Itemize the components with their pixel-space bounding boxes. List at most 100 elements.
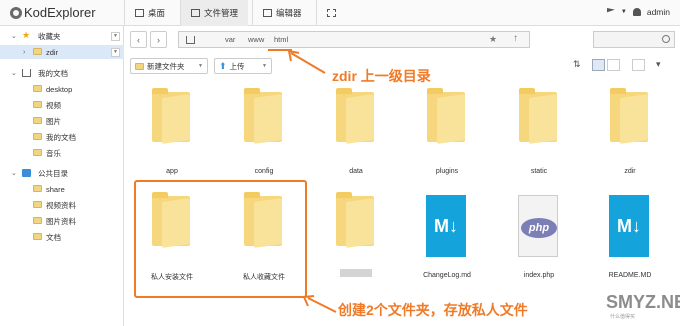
sidebar-item-picture-materials[interactable]: 图片资料 [0,214,124,228]
grid-view-icon[interactable] [592,59,605,71]
folder-icon [33,117,42,124]
edit-icon [263,9,272,17]
arrow-up-icon[interactable]: ↑ [513,33,518,44]
tab-editor[interactable]: 编辑器 [252,0,312,26]
sidebar-label: 图片资料 [46,216,76,226]
sidebar-item-desktop[interactable]: desktop [0,82,124,96]
tab-desktop[interactable]: 桌面 [124,0,175,26]
watermark-sub: 什么值得买 [610,314,636,320]
watermark: SMYZ.NET [606,292,680,312]
sidebar-label: 我的文档 [38,68,68,78]
folder-icon [610,88,648,142]
sidebar-label: 收藏夹 [38,31,61,41]
file-name: static [530,168,548,175]
sidebar-item-zdir[interactable]: › zdir ▼ [0,45,124,59]
group-icon [22,169,31,177]
file-item[interactable]: php index.php [504,190,574,285]
breadcrumb: var www html ★ ↑ [178,31,530,48]
chevron-down-icon[interactable]: ⌄ [11,169,17,177]
file-item[interactable]: config [229,86,299,181]
folder-icon [33,185,42,192]
sidebar-item-my-documents[interactable]: 我的文档 [0,130,124,144]
search-icon[interactable] [662,35,670,43]
sidebar-item-pictures[interactable]: 图片 [0,114,124,128]
annotation-arrow-top [287,49,326,74]
chevron-down-icon[interactable]: ▼ [198,63,203,69]
folder-icon [33,101,42,108]
detail-view-icon[interactable] [632,59,645,71]
file-item[interactable]: plugins [412,86,482,181]
chevron-down-icon[interactable]: ⌄ [11,32,17,40]
file-name: config [254,168,274,175]
file-item[interactable]: M↓ README.MD [595,190,665,285]
tab-file-manager[interactable]: 文件管理 [180,0,249,26]
dropdown-icon[interactable]: ▼ [111,47,120,57]
annotation-arrow-bottom [302,295,337,313]
tab-label: 编辑器 [276,8,302,18]
folder-icon [33,85,42,92]
file-name: ChangeLog.md [423,272,471,279]
folder-icon [152,88,190,142]
new-folder-button[interactable]: 新建文件夹 ▼ [130,58,208,74]
home-icon [22,69,31,77]
file-item[interactable]: zdir [595,86,665,181]
breadcrumb-item[interactable]: var [225,35,235,44]
file-item[interactable]: data [321,86,391,181]
folder-icon [33,233,42,240]
list-view-icon[interactable] [607,59,620,71]
sidebar-item-documents[interactable]: 文档 [0,230,124,244]
tab-apps[interactable] [316,0,346,26]
chevron-down-icon[interactable]: ▼ [621,9,627,15]
sidebar-my-documents[interactable]: ⌄ 我的文档 [0,66,124,80]
markdown-icon: M↓ [426,195,466,257]
flag-icon[interactable] [606,8,615,13]
file-item[interactable]: static [504,86,574,181]
star-icon[interactable]: ★ [489,34,497,45]
folder-icon [191,9,200,17]
breadcrumb-item[interactable]: html [274,35,288,44]
upload-icon: ⬆ [219,60,227,71]
chevron-down-icon[interactable]: ▼ [262,63,267,69]
chevron-down-icon[interactable]: ⌄ [11,69,17,77]
user-icon [632,8,641,16]
sidebar-label: zdir [46,47,59,57]
breadcrumb-item[interactable]: www [248,35,264,44]
file-name: plugins [435,168,459,175]
file-item[interactable]: app [137,86,207,181]
sort-icon[interactable]: ⇅ [573,59,581,70]
chevron-right-icon[interactable]: › [23,49,25,56]
sidebar-label: 我的文档 [46,132,76,142]
sidebar-label: share [46,184,65,194]
sidebar-item-music[interactable]: 音乐 [0,146,124,160]
user-area: ▼ admin [606,7,670,17]
sidebar-label: 文档 [46,232,61,242]
sidebar-item-videos[interactable]: 视频 [0,98,124,112]
search-input[interactable] [593,31,675,48]
sidebar-label: 图片 [46,116,61,126]
theme-icon[interactable]: ▾ [656,59,661,70]
folder-icon [33,48,42,55]
upload-button[interactable]: ⬆ 上传 ▼ [214,58,272,74]
app-logo[interactable]: KodExplorer [10,5,96,20]
sidebar-label: 音乐 [46,148,61,158]
sidebar-favorites[interactable]: ⌄ ★ 收藏夹 ▼ [0,29,124,43]
upload-label: 上传 [229,61,245,71]
file-item[interactable]: M↓ ChangeLog.md [412,190,482,285]
annotation-top: zdir 上一级目录 [332,66,431,86]
sidebar-public-directory[interactable]: ⌄ 公共目录 [0,166,124,180]
sidebar-item-video-materials[interactable]: 视频资料 [0,198,124,212]
folder-icon [336,192,374,246]
home-icon[interactable] [186,36,195,44]
star-icon: ★ [22,30,31,40]
sidebar-item-share[interactable]: share [0,182,124,196]
username[interactable]: admin [647,7,670,17]
logo-icon [10,6,22,19]
dropdown-icon[interactable]: ▼ [111,31,120,41]
grid-icon [327,9,336,17]
file-name: zdir [624,168,636,175]
sidebar-label: 公共目录 [38,168,68,178]
back-button[interactable]: ‹ [130,31,147,48]
forward-button[interactable]: › [150,31,167,48]
highlight-box [134,180,307,298]
folder-icon [135,62,144,70]
